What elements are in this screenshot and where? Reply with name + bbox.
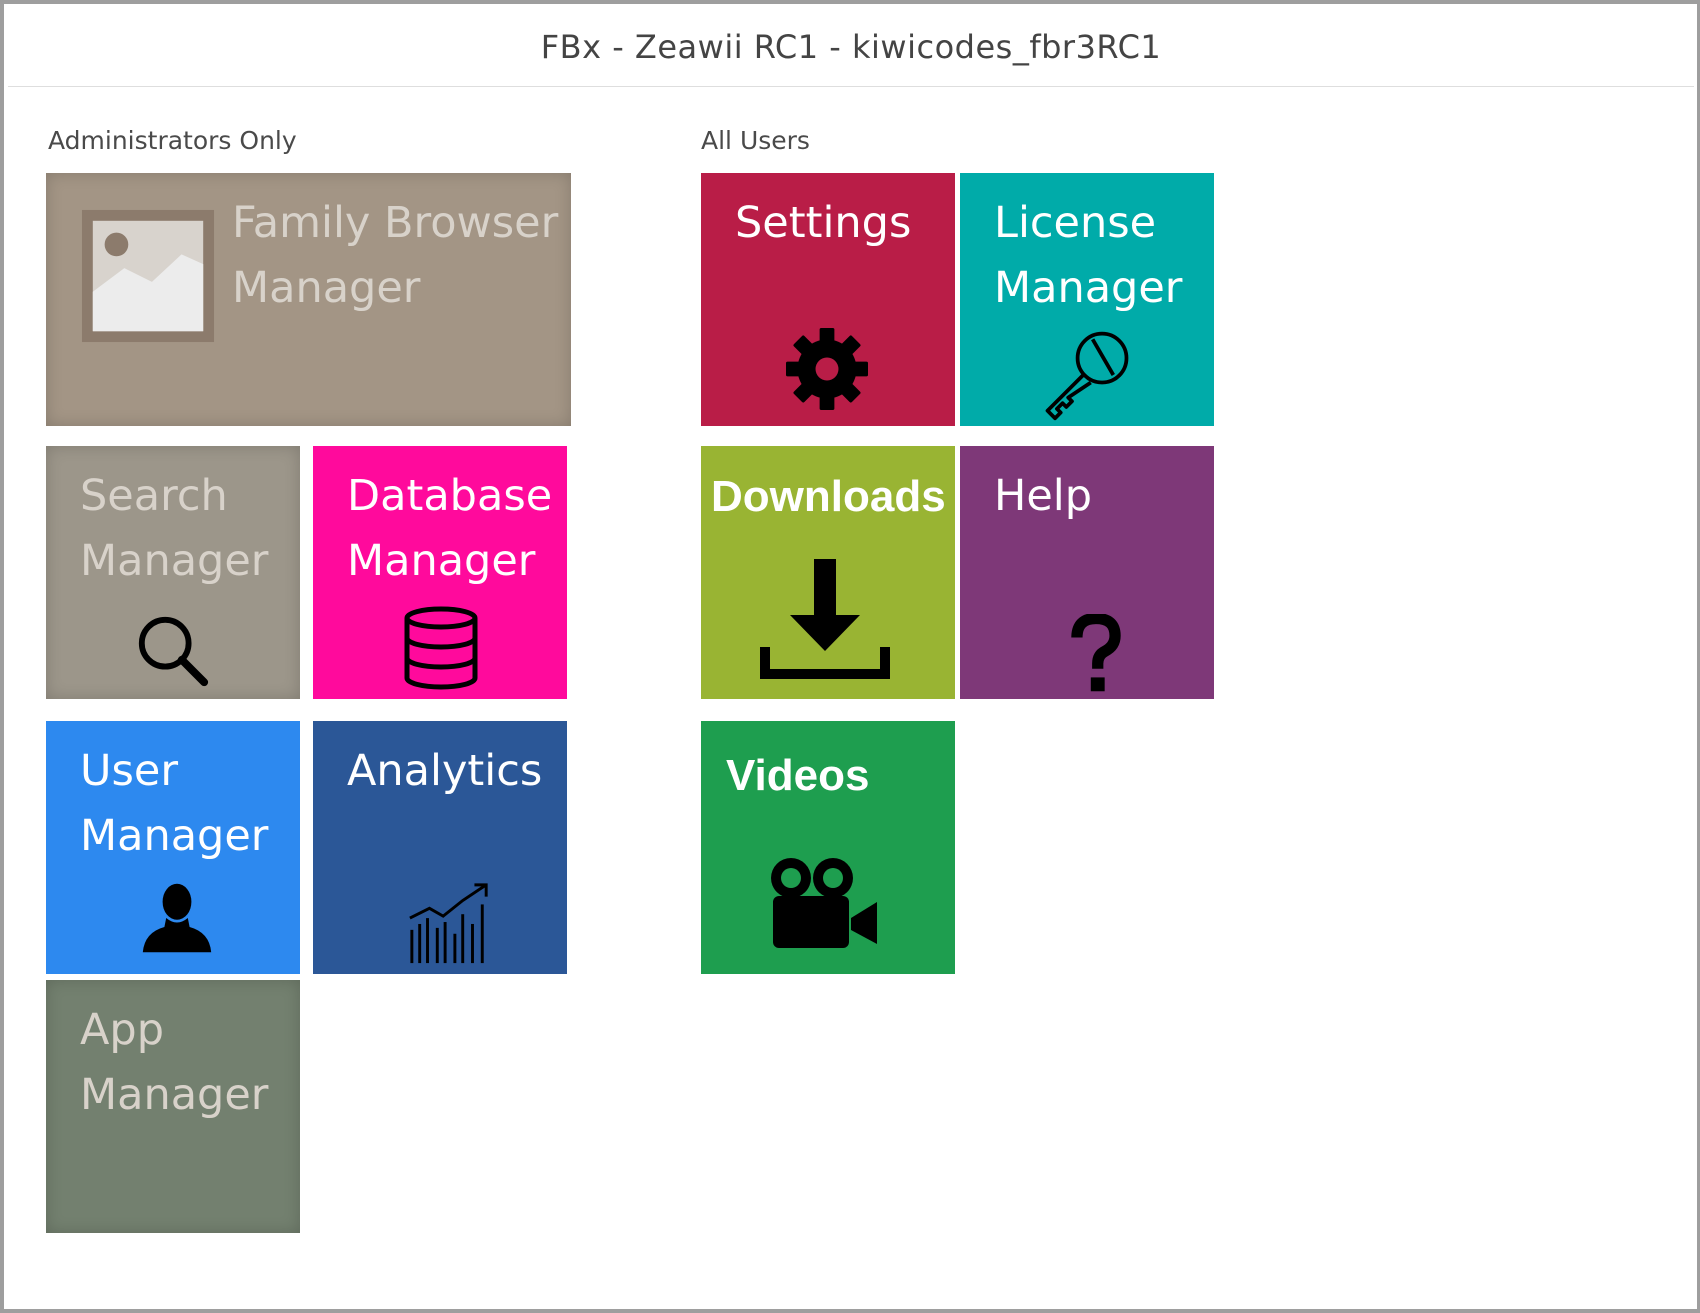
window-title: FBx - Zeawii RC1 - kiwicodes_fbr3RC1 (8, 8, 1694, 87)
key-icon (1045, 331, 1129, 421)
database-icon (404, 606, 478, 690)
question-icon (1071, 614, 1121, 692)
help-tile[interactable]: Help (960, 446, 1214, 699)
search-manager-tile[interactable]: Search Manager (46, 446, 300, 699)
all-users-section-label: All Users (701, 126, 810, 155)
videos-tile[interactable]: Videos (701, 721, 955, 974)
license-manager-tile[interactable]: License Manager (960, 173, 1214, 426)
user-manager-tile[interactable]: User Manager (46, 721, 300, 974)
search-icon (138, 616, 209, 687)
download-icon (760, 559, 890, 679)
analytics-tile[interactable]: Analytics (313, 721, 567, 974)
downloads-tile[interactable]: Downloads (701, 446, 955, 699)
user-icon (142, 883, 212, 953)
picture-icon (81, 209, 215, 343)
gear-icon (786, 328, 868, 410)
chart-icon (409, 883, 488, 964)
database-manager-tile[interactable]: Database Manager (313, 446, 567, 699)
family-browser-manager-tile[interactable]: Family Browser Manager (46, 173, 571, 426)
app-manager-tile[interactable]: App Manager (46, 980, 300, 1233)
video-camera-icon (771, 858, 877, 948)
app-window: FBx - Zeawii RC1 - kiwicodes_fbr3RC1 Adm… (0, 0, 1700, 1313)
settings-tile[interactable]: Settings (701, 173, 955, 426)
admin-section-label: Administrators Only (48, 126, 297, 155)
